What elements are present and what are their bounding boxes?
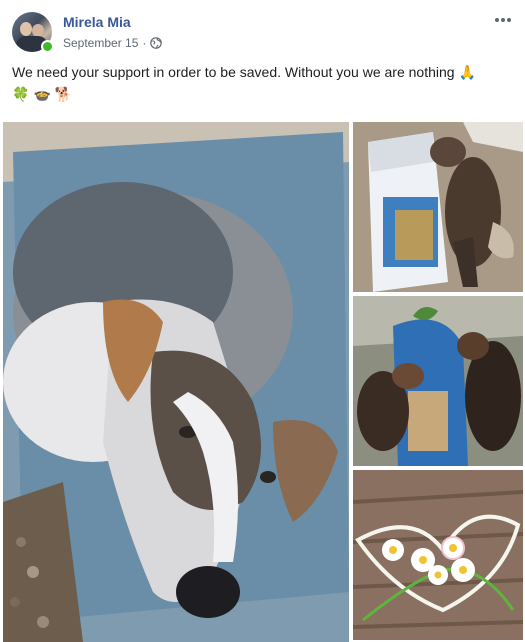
globe-icon[interactable] <box>150 37 163 49</box>
post-text: We need your support in order to be save… <box>12 64 455 80</box>
post-date[interactable]: September 15 <box>63 36 138 50</box>
emoji-dog: 🐕 <box>54 85 73 102</box>
post-text-block: We need your support in order to be save… <box>12 62 512 105</box>
emoji-pot: 🍲 <box>33 85 51 102</box>
photo-puppy-with-food-bag[interactable] <box>353 122 523 292</box>
photo-dog-lying-in-wheelbarrow[interactable] <box>3 122 349 642</box>
photo-grid <box>0 120 525 642</box>
emoji-row: 🍀 🍲 🐕 <box>12 84 72 105</box>
facebook-post: Mirela Mia September 15 · We need your s… <box>0 0 525 642</box>
photo-daisies-with-ribbon-heart[interactable] <box>353 470 523 640</box>
author-avatar-link[interactable] <box>12 12 54 53</box>
post-header: Mirela Mia September 15 · <box>12 12 513 56</box>
emoji-pray: 🙏 <box>458 64 476 80</box>
post-meta: September 15 · <box>63 36 163 50</box>
emoji-clover: 🍀 <box>12 85 30 102</box>
online-status-dot <box>41 40 54 53</box>
meta-separator: · <box>142 36 147 50</box>
more-options-icon[interactable] <box>493 12 513 28</box>
author-name[interactable]: Mirela Mia <box>63 14 131 30</box>
photo-puppies-eating-from-bag[interactable] <box>353 296 523 466</box>
